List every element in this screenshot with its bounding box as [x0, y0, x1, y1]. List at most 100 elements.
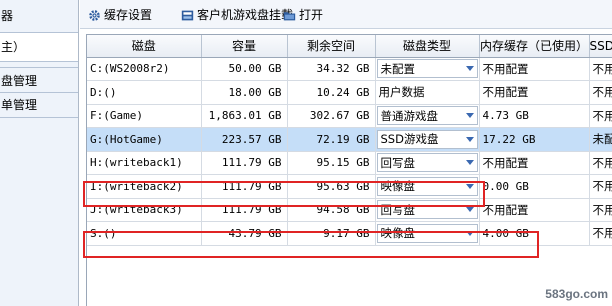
- column-header-disk-type[interactable]: 磁盘类型: [375, 35, 480, 58]
- cache-settings-label: 缓存设置: [104, 8, 153, 22]
- disk-type-dropdown[interactable]: SSD游戏盘: [376, 129, 478, 149]
- disk-type-cell: 回写盘: [375, 198, 480, 222]
- capacity-cell: 43.79 GB: [201, 221, 288, 246]
- table-row[interactable]: I:(writeback2) 111.79 GB 95.63 GB 映像盘 0.00 G…: [87, 174, 612, 199]
- capacity-cell: 50.00 GB: [201, 57, 288, 81]
- column-header-memory-cache[interactable]: 内存缓存（已使用）: [479, 35, 590, 58]
- ssd-cache-cell: 不用配: [589, 221, 612, 246]
- dropdown-caret-icon[interactable]: [465, 207, 474, 213]
- capacity-cell: 111.79 GB: [201, 198, 288, 222]
- disk-name-cell: S:(): [87, 221, 202, 246]
- disk-name-cell: D:(): [87, 80, 202, 105]
- table-row[interactable]: H:(writeback1)111.79 GB95.15 GB 回写盘 不用配置不用…: [87, 151, 612, 175]
- column-header-capacity[interactable]: 容量: [201, 35, 288, 58]
- gear-icon: [89, 9, 100, 21]
- disk-name-cell: G:(HotGame): [87, 127, 202, 152]
- watermark: 583go.com: [545, 287, 608, 301]
- table-row[interactable]: S:()43.79 GB9.17 GB 映像盘 4.00 GB不用配: [87, 221, 612, 246]
- sidebar-title: 器: [1, 9, 14, 23]
- disk-type-cell: 未配置: [375, 57, 480, 81]
- memory-cache-cell: 4.73 GB: [479, 104, 590, 128]
- disk-type-value: 回写盘: [380, 202, 416, 217]
- disk-type-dropdown[interactable]: 回写盘: [376, 200, 478, 220]
- memory-cache-cell: 0.00 GB: [479, 174, 590, 199]
- ssd-cache-cell: 不用配: [589, 57, 612, 81]
- sidebar-item-server[interactable]: 主）: [0, 32, 78, 62]
- disk-type-cell: SSD游戏盘: [375, 127, 480, 152]
- ssd-cache-cell: 不用配: [589, 198, 612, 222]
- dropdown-caret-icon[interactable]: [465, 66, 474, 72]
- capacity-cell: 223.57 GB: [201, 127, 288, 152]
- dropdown-caret-icon[interactable]: [465, 113, 474, 119]
- disk-type-cell: 映像盘: [375, 174, 480, 199]
- memory-cache-cell: 17.22 GB: [479, 127, 590, 152]
- disk-type-value: 映像盘: [380, 226, 416, 241]
- toolbar: 缓存设置 客户机游戏盘挂载 打开: [80, 0, 612, 29]
- table-row[interactable]: C:(WS2008r2)50.00 GB34.32 GB 未配置 不用配置不用配: [87, 57, 612, 81]
- capacity-cell: 111.79 GB: [201, 151, 288, 175]
- disk-type-value: 未配置: [380, 61, 416, 76]
- open-label: 打开: [299, 8, 324, 22]
- dropdown-caret-icon[interactable]: [465, 230, 474, 236]
- memory-cache-cell: 不用配置: [479, 151, 590, 175]
- sidebar-divider: [0, 117, 78, 118]
- memory-cache-cell: 不用配置: [479, 198, 590, 222]
- free-space-cell: 9.17 GB: [287, 221, 376, 246]
- disk-name-cell: F:(Game): [87, 104, 202, 128]
- ssd-cache-cell: 不用配: [589, 174, 612, 199]
- disk-type-dropdown[interactable]: 映像盘: [376, 176, 478, 196]
- client-mount-label: 客户机游戏盘挂载: [197, 8, 294, 22]
- disk-name-cell: J:(writeback3): [87, 198, 202, 222]
- ssd-cache-cell: 不用配: [589, 104, 612, 128]
- capacity-cell: 1,863.01 GB: [201, 104, 288, 128]
- sidebar-divider: [0, 67, 78, 68]
- table-row[interactable]: F:(Game) 1,863.01 GB 302.67 GB 普通游戏盘 4.73 GB…: [87, 104, 612, 128]
- disk-name-cell: H:(writeback1): [87, 151, 202, 175]
- disk-type-value: 映像盘: [380, 179, 416, 194]
- free-space-cell: 95.15 GB: [287, 151, 376, 175]
- sidebar-item-disk-management[interactable]: 盘管理: [0, 69, 78, 93]
- table-row[interactable]: J:(writeback3)111.79 GB94.58 GB 回写盘 不用配置不用…: [87, 198, 612, 222]
- disk-type-dropdown[interactable]: 映像盘: [376, 223, 478, 243]
- memory-cache-cell: 不用配置: [479, 57, 590, 81]
- cache-settings-button[interactable]: 缓存设置: [88, 5, 152, 25]
- dropdown-caret-icon[interactable]: [465, 160, 474, 166]
- column-header-free-space[interactable]: 剩余空间: [287, 35, 376, 58]
- free-space-cell: 94.58 GB: [287, 198, 376, 222]
- dropdown-caret-icon[interactable]: [465, 136, 474, 142]
- disk-type-value: 回写盘: [380, 155, 416, 170]
- disk-type-cell: 用户数据: [375, 80, 480, 105]
- disk-type-cell: 普通游戏盘: [375, 104, 480, 128]
- table-row[interactable]: G:(HotGame) 223.57 GB 72.19 GB SSD游戏盘 17.22 …: [87, 127, 612, 152]
- capacity-cell: 18.00 GB: [201, 80, 288, 105]
- sidebar-item-menu-management[interactable]: 单管理: [0, 93, 78, 117]
- free-space-cell: 72.19 GB: [287, 127, 376, 152]
- disk-name-cell: C:(WS2008r2): [87, 57, 202, 81]
- table-row[interactable]: D:()18.00 GB10.24 GB用户数据不用配置不用配: [87, 80, 612, 105]
- disk-type-dropdown[interactable]: 普通游戏盘: [376, 106, 478, 126]
- dropdown-caret-icon[interactable]: [465, 183, 474, 189]
- ssd-cache-cell: 不用配: [589, 151, 612, 175]
- memory-cache-cell: 不用配置: [479, 80, 590, 105]
- column-header-ssd-cache[interactable]: SSD缓存: [589, 35, 612, 58]
- folder-icon: [283, 11, 296, 20]
- table-header-row: 磁盘 容量 剩余空间 磁盘类型 内存缓存（已使用） SSD缓存: [87, 35, 612, 58]
- client-mount-button[interactable]: 客户机游戏盘挂载: [181, 5, 293, 25]
- disk-name-cell: I:(writeback2): [87, 174, 202, 199]
- disk-table: 磁盘 容量 剩余空间 磁盘类型 内存缓存（已使用） SSD缓存 C:(WS200…: [86, 34, 612, 306]
- free-space-cell: 302.67 GB: [287, 104, 376, 128]
- disk-type-cell: 回写盘: [375, 151, 480, 175]
- free-space-cell: 34.32 GB: [287, 57, 376, 81]
- client-mount-icon: [181, 10, 194, 20]
- capacity-cell: 111.79 GB: [201, 174, 288, 199]
- column-header-disk[interactable]: 磁盘: [87, 35, 202, 58]
- disk-type-value: SSD游戏盘: [380, 132, 439, 147]
- disk-type-dropdown[interactable]: 回写盘: [376, 153, 478, 173]
- disk-type-dropdown[interactable]: 未配置: [376, 59, 478, 79]
- disk-type-value: 普通游戏盘: [380, 108, 439, 123]
- disk-type-cell: 映像盘: [375, 221, 480, 246]
- open-button[interactable]: 打开: [283, 5, 323, 25]
- ssd-cache-cell: 未配置: [589, 127, 612, 152]
- free-space-cell: 10.24 GB: [287, 80, 376, 105]
- free-space-cell: 95.63 GB: [287, 174, 376, 199]
